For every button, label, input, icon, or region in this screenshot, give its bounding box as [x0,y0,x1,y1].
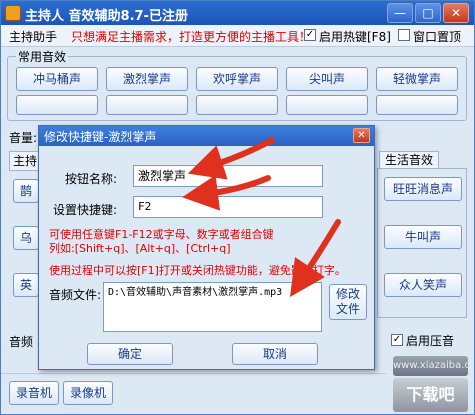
audio-file-path-field[interactable]: D:\音效辅助\声音素材\激烈掌声.mp3 [103,282,322,332]
common-sounds-label: 常用音效 [16,48,69,65]
hotkey-input[interactable]: F2 [133,196,323,218]
sound-button[interactable]: 鹊 [13,179,39,203]
modify-file-button[interactable]: 修改 文件 [329,284,367,320]
sound-button[interactable] [376,95,458,115]
audio-file-label: 音频文件: [49,288,102,302]
compress-checkbox[interactable]: ✓ [391,334,403,346]
hotkey-hint-3: 使用过程中可以按[F1]打开或关闭热键功能，避免影响打字。 [49,264,346,277]
dialog-title: 修改快捷键-激烈掌声 [44,130,157,144]
sound-button[interactable]: 冲马桶声 [16,67,98,91]
window-top-checkbox-label: 窗口置顶 [413,30,462,44]
watermark-logo: 下载吧 [393,378,468,412]
record-audio-button[interactable]: 录音机 [9,381,59,405]
sound-button[interactable]: 激烈掌声 [106,67,188,91]
tab-life-sounds[interactable]: 生活音效 [379,151,439,169]
sound-button[interactable] [106,95,188,115]
hotkey-checkbox[interactable]: ✓ [304,29,316,41]
button-name-input[interactable]: 激烈掌声 [133,165,323,187]
tab-host-assistant[interactable]: 主持助手 [9,28,57,45]
sound-button[interactable]: 牛叫声 [384,225,462,249]
button-name-label: 按钮名称: [65,172,118,186]
life-sounds-panel: 旺旺消息声 牛叫声 众人笑声 [377,168,467,318]
hotkey-dialog: 修改快捷键-激烈掌声 ✕ 按钮名称: 激烈掌声 设置快捷键: F2 可使用任意键… [38,125,375,370]
sound-button[interactable]: 英 [13,273,39,297]
window-title: 主持人 音效辅助8.7-已注册 [25,9,188,24]
minimize-button[interactable]: — [387,3,413,23]
audio-label: 音频 [9,335,34,349]
volume-label: 音量: [9,131,38,145]
sound-button[interactable]: 旺旺消息声 [384,177,462,201]
sound-button[interactable] [286,95,368,115]
notice-text: 只想满足主播需求，打造更方便的主播工具！ [71,30,312,44]
modify-file-button-label: 修改 文件 [335,287,360,316]
divider [1,373,386,374]
record-video-button[interactable]: 录像机 [63,381,113,405]
hotkey-hint-2: 列如:[Shift+q]、[Alt+q]、[Ctrl+q] [49,242,231,255]
dialog-close-button[interactable]: ✕ [353,128,370,143]
watermark-url: www.xiazaiba.com [393,356,468,376]
sound-button[interactable]: 欢呼掌声 [196,67,278,91]
toolbar: 主持助手 只想满足主播需求，打造更方便的主播工具！ ✓ 启用热键[F8] 窗口置… [1,25,474,47]
hotkey-label: 设置快捷键: [53,203,118,217]
title-bar[interactable]: 主持人 音效辅助8.7-已注册 — □ ✕ [1,1,474,25]
close-button[interactable]: ✕ [443,3,469,23]
compress-checkbox-label: 启用压音 [406,334,455,348]
ok-button[interactable]: 确定 [87,343,173,365]
sound-button[interactable]: 乌 [13,226,39,250]
dialog-title-bar[interactable]: 修改快捷键-激烈掌声 ✕ [39,126,374,146]
sound-button[interactable] [16,95,98,115]
sound-button[interactable]: 尖叫声 [286,67,368,91]
common-sounds-group: 常用音效 冲马桶声 激烈掌声 欢呼掌声 尖叫声 轻微掌声 [7,48,467,121]
sound-button[interactable]: 轻微掌声 [376,67,458,91]
tab-host[interactable]: 主持 [9,151,41,171]
maximize-button[interactable]: □ [415,3,441,23]
cancel-button[interactable]: 取消 [232,343,318,365]
sound-button[interactable] [196,95,278,115]
sound-button[interactable]: 众人笑声 [384,273,462,297]
window-top-checkbox[interactable] [398,29,410,41]
app-icon [5,5,21,21]
hotkey-checkbox-label: 启用热键[F8] [319,30,391,44]
